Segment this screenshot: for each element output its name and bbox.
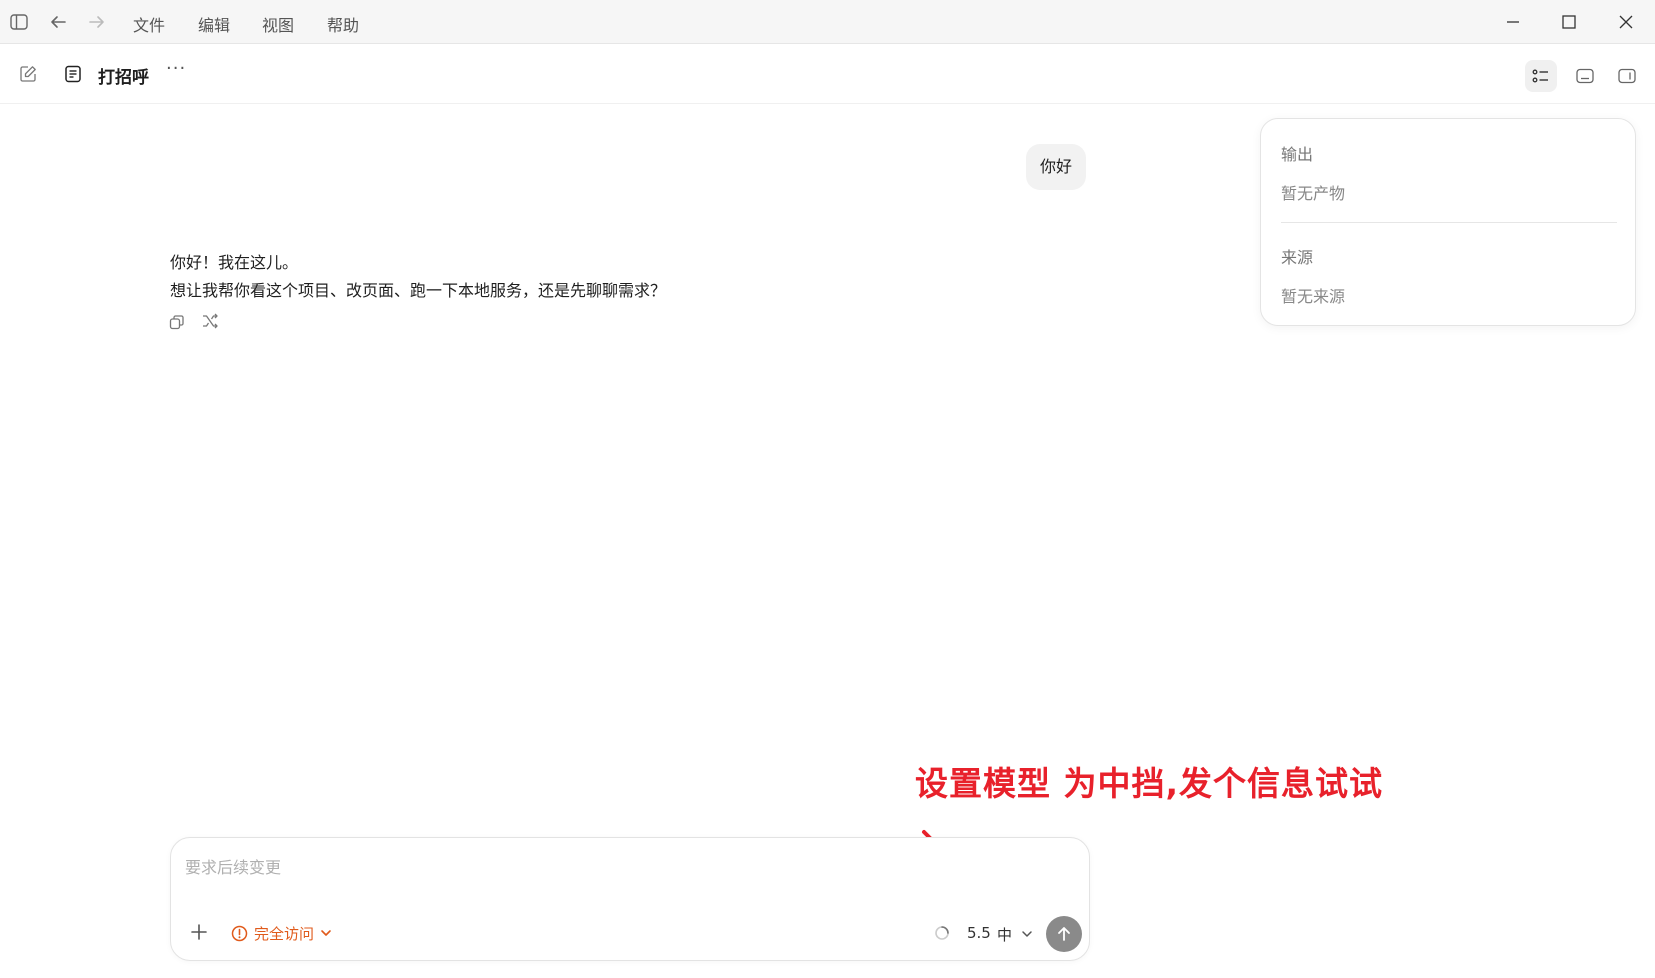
access-mode-label: 完全访问 [254,924,315,943]
assistant-message-line: 想让我帮你看这个项目、改页面、跑一下本地服务，还是先聊聊需求？ [170,281,667,300]
right-panel-icon [1618,68,1636,84]
more-options-button[interactable]: ··· [166,58,186,79]
back-arrow-icon[interactable] [47,11,69,33]
menu-help[interactable]: 帮助 [327,12,359,36]
warning-icon [231,925,248,941]
user-message-bubble: 你好 [1026,144,1087,190]
forward-arrow-icon[interactable] [86,11,108,33]
menu-edit[interactable]: 编辑 [198,12,230,36]
panel-divider [1281,222,1617,223]
menu-file[interactable]: 文件 [133,12,165,36]
edit-icon[interactable] [17,63,39,85]
assistant-message-line: 你好！我在这儿。 [170,253,299,272]
document-toolbar: 打招呼 ··· [0,44,1655,104]
bottom-panel-icon [1576,68,1594,84]
model-selector-chevron[interactable] [1021,924,1037,944]
document-icon [62,63,84,85]
send-button[interactable] [1046,916,1082,952]
sidebar-toggle-icon[interactable] [8,11,30,33]
red-annotation-text: 设置模型 为中挡,发个信息试试 [915,764,1384,803]
minimize-button[interactable] [1502,11,1524,33]
arrow-up-icon [1058,927,1070,941]
output-heading: 输出 [1281,145,1314,164]
branch-icon[interactable] [200,312,220,332]
source-empty-text: 暂无来源 [1281,287,1346,306]
outline-panel-toggle[interactable] [1525,60,1557,92]
bottom-panel-toggle[interactable] [1569,60,1601,92]
document-title[interactable]: 打招呼 [98,63,149,88]
plus-icon [191,924,207,940]
assistant-message: 你好！我在这儿。 想让我帮你看这个项目、改页面、跑一下本地服务，还是先聊聊需求？ [170,249,666,305]
copy-icon[interactable] [167,312,187,332]
reasoning-level[interactable]: 中 [997,924,1012,945]
title-bar: 文件 编辑 视图 帮助 [0,0,1655,44]
list-icon [1532,69,1548,83]
menu-view[interactable]: 视图 [262,12,294,36]
source-heading: 来源 [1281,248,1314,267]
message-composer: 完全访问 5.5 中 [170,837,1090,961]
loading-spinner-icon [935,926,949,940]
model-version[interactable]: 5.5 [967,924,991,942]
access-mode-selector[interactable]: 完全访问 [231,922,332,944]
maximize-button[interactable] [1558,11,1580,33]
chevron-down-icon [1022,931,1032,937]
output-source-panel: 输出 暂无产物 来源 暂无来源 [1260,118,1636,326]
close-window-button[interactable] [1615,11,1637,33]
output-empty-text: 暂无产物 [1281,184,1346,203]
add-attachment-button[interactable] [187,920,211,944]
right-panel-toggle[interactable] [1611,60,1643,92]
composer-input[interactable] [185,852,1065,882]
chevron-down-icon [321,930,331,936]
